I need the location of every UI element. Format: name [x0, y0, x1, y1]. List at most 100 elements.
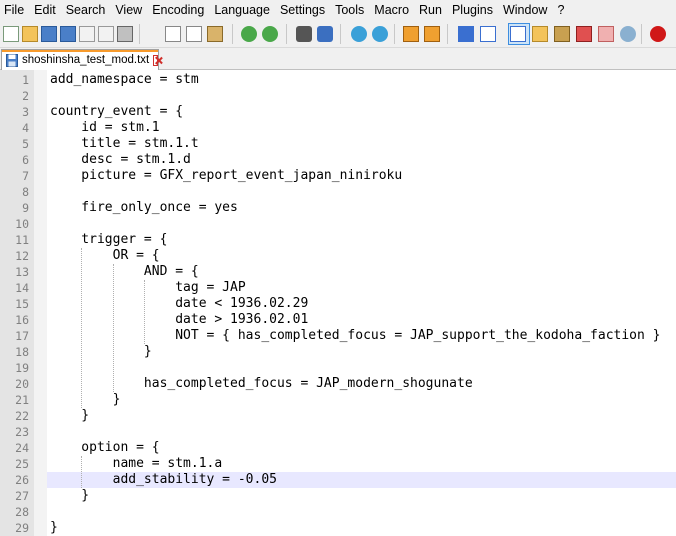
show-all-characters-icon[interactable] — [480, 26, 496, 42]
code-line[interactable]: 19 — [0, 360, 676, 376]
toolbar — [0, 20, 676, 48]
line-number: 13 — [15, 265, 29, 279]
toolbar-separator — [139, 24, 140, 44]
code-text: option = { — [50, 440, 160, 455]
line-number: 3 — [22, 105, 29, 119]
save-icon[interactable] — [41, 26, 57, 42]
undo-icon[interactable] — [241, 26, 257, 42]
menu-settings[interactable]: Settings — [275, 0, 330, 20]
document-map-icon[interactable] — [554, 26, 570, 42]
code-line[interactable]: 25 name = stm.1.a — [0, 456, 676, 472]
sync-horizontal-icon[interactable] — [424, 26, 440, 42]
menu-macro[interactable]: Macro — [369, 0, 414, 20]
menu-search[interactable]: Search — [61, 0, 111, 20]
menu-help[interactable]: ? — [552, 0, 569, 20]
code-line[interactable]: 3 country_event = { — [0, 104, 676, 120]
code-line[interactable]: 1 add_namespace = stm — [0, 72, 676, 88]
code-line[interactable]: 26 add_stability = -0.05 — [15, 472, 676, 488]
code-text: fire_only_once = yes — [50, 200, 238, 215]
line-number: 6 — [22, 153, 29, 167]
code-line[interactable]: 24 option = { — [0, 440, 676, 456]
line-number: 8 — [22, 185, 29, 199]
menu-window[interactable]: Window — [498, 0, 552, 20]
menu-encoding[interactable]: Encoding — [147, 0, 209, 20]
code-line[interactable]: 16 date > 1936.02.01 — [0, 312, 676, 328]
code-text: title = stm.1.t — [50, 136, 199, 151]
record-macro-icon[interactable] — [650, 26, 666, 42]
sync-vertical-icon[interactable] — [403, 26, 419, 42]
code-line[interactable]: 12 OR = { — [0, 248, 676, 264]
code-line[interactable]: 27 } — [0, 488, 676, 504]
function-list-icon[interactable] — [576, 26, 592, 42]
code-line[interactable]: 23 — [0, 424, 676, 440]
open-file-icon[interactable] — [22, 26, 38, 42]
close-all-icon[interactable] — [98, 26, 114, 42]
line-number: 27 — [15, 489, 29, 503]
folder-as-workspace-icon[interactable] — [598, 26, 614, 42]
toolbar-separator — [232, 24, 233, 44]
new-file-icon[interactable] — [3, 26, 19, 42]
code-text: } — [50, 488, 90, 503]
menu-language[interactable]: Language — [209, 0, 275, 20]
zoom-in-icon[interactable] — [351, 26, 367, 42]
menu-edit[interactable]: Edit — [29, 0, 61, 20]
code-line[interactable]: 11 trigger = { — [0, 232, 676, 248]
menu-plugins[interactable]: Plugins — [447, 0, 498, 20]
save-all-icon[interactable] — [60, 26, 76, 42]
code-line[interactable]: 7 picture = GFX_report_event_japan_ninir… — [0, 168, 676, 184]
cut-icon[interactable] — [165, 26, 181, 42]
close-icon[interactable] — [79, 26, 95, 42]
editor[interactable]: 1 add_namespace = stm 2 3 country_event = {4… — [0, 70, 676, 536]
line-number: 23 — [15, 425, 29, 439]
code-text: name = stm.1.a — [50, 456, 223, 471]
code-line[interactable]: 21 } — [0, 392, 676, 408]
zoom-out-icon[interactable] — [372, 26, 388, 42]
toolbar-separator — [447, 24, 448, 44]
line-number: 1 — [22, 73, 29, 87]
language-define-icon[interactable] — [532, 26, 548, 42]
word-wrap-icon[interactable] — [458, 26, 474, 42]
code-text: id = stm.1 — [50, 120, 160, 135]
code-text: } — [50, 392, 121, 407]
code-line[interactable]: 15 date < 1936.02.29 — [0, 296, 676, 312]
code-line[interactable]: 17 NOT = { has_completed_focus = JAP_sup… — [0, 328, 676, 344]
line-number: 28 — [15, 505, 29, 519]
saved-file-icon — [6, 53, 18, 67]
indent-guide-icon[interactable] — [510, 26, 526, 42]
line-number: 2 — [22, 89, 29, 103]
code-line[interactable]: 14 tag = JAP — [0, 280, 676, 296]
line-number: 14 — [15, 281, 29, 295]
tab-close-icon[interactable] — [153, 54, 158, 66]
code-line[interactable]: 28 — [0, 504, 676, 520]
line-number: 9 — [22, 201, 29, 215]
code-line[interactable]: 9 fire_only_once = yes — [0, 200, 676, 216]
code-line[interactable]: 6 desc = stm.1.d — [0, 152, 676, 168]
file-tab[interactable]: shoshinsha_test_mod.txt — [1, 49, 159, 70]
code-text: } — [50, 520, 58, 535]
menu-run[interactable]: Run — [414, 0, 447, 20]
code-line[interactable]: 13 AND = { — [0, 264, 676, 280]
code-line[interactable]: 18 } — [0, 344, 676, 360]
code-line[interactable]: 20 has_completed_focus = JAP_modern_shog… — [0, 376, 676, 392]
code-line[interactable]: 4 id = stm.1 — [0, 120, 676, 136]
toolbar-separator — [286, 24, 287, 44]
find-icon[interactable] — [296, 26, 312, 42]
redo-icon[interactable] — [262, 26, 278, 42]
code-line[interactable]: 29} — [0, 520, 676, 536]
menu-view[interactable]: View — [110, 0, 147, 20]
code-text: } — [50, 344, 152, 359]
monitoring-icon[interactable] — [620, 26, 636, 42]
code-text: add_namespace = stm — [50, 72, 199, 87]
code-line[interactable]: 8 — [0, 184, 676, 200]
code-line[interactable]: 2 — [0, 88, 676, 104]
code-line[interactable]: 10 — [0, 216, 676, 232]
replace-icon[interactable] — [317, 26, 333, 42]
code-line[interactable]: 22 } — [0, 408, 676, 424]
line-number: 10 — [15, 217, 29, 231]
menu-file[interactable]: File — [0, 0, 29, 20]
copy-icon[interactable] — [186, 26, 202, 42]
code-line[interactable]: 5 title = stm.1.t — [0, 136, 676, 152]
menu-tools[interactable]: Tools — [330, 0, 369, 20]
paste-icon[interactable] — [207, 26, 223, 42]
print-icon[interactable] — [117, 26, 133, 42]
